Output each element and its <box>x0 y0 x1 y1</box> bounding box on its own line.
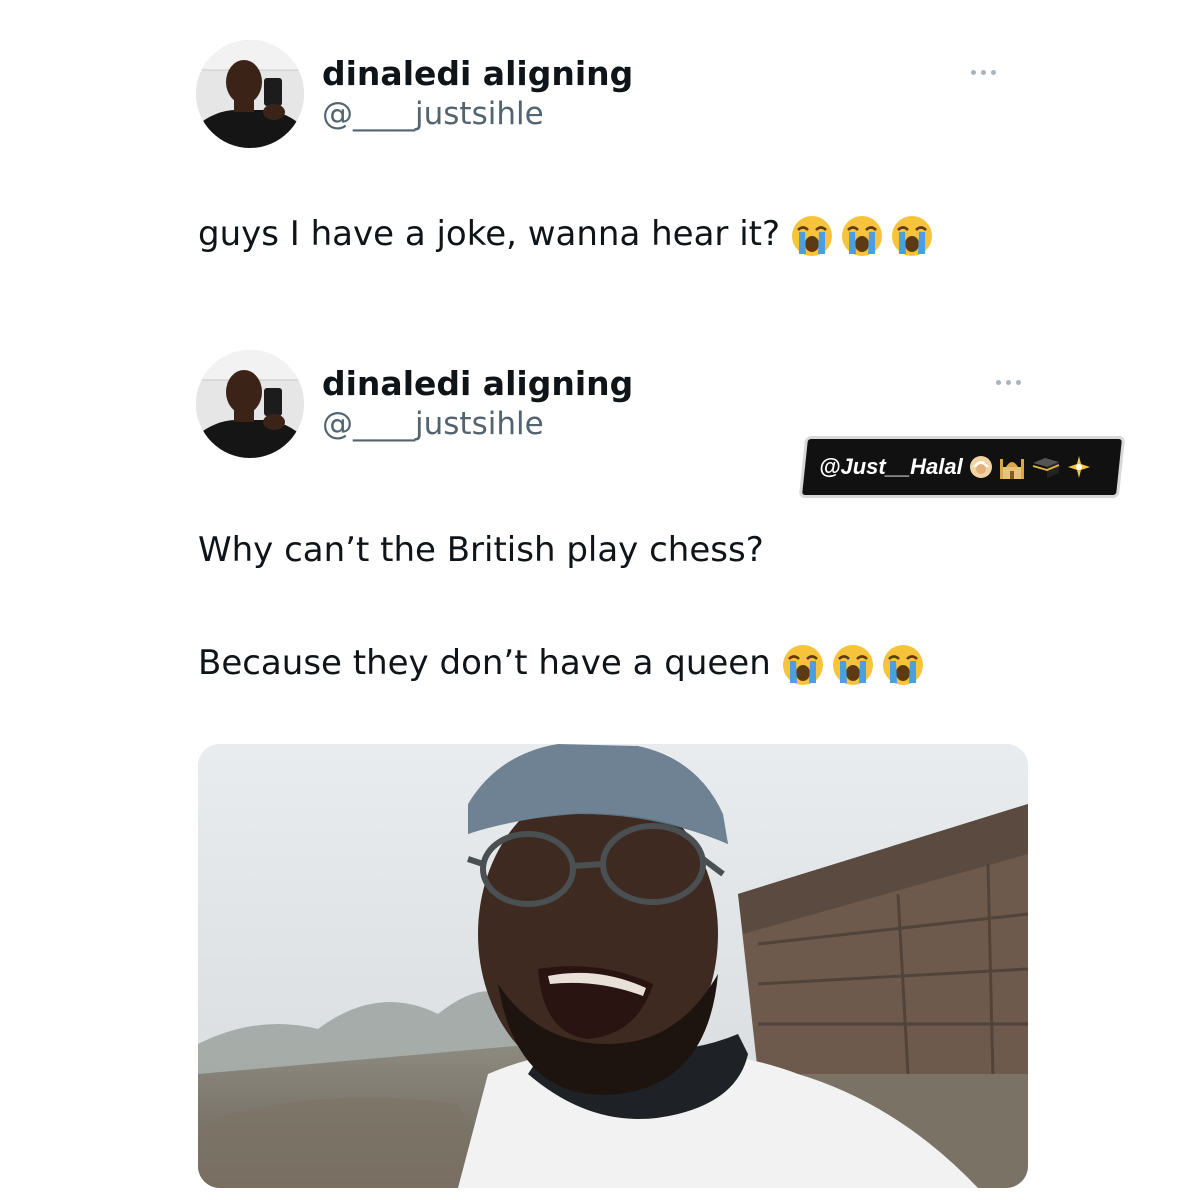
more-dot-icon <box>1015 379 1021 385</box>
more-options-button[interactable] <box>988 372 1028 392</box>
more-options-button[interactable] <box>963 62 1003 82</box>
more-dot-icon <box>1005 379 1011 385</box>
watermark-badge: @Just__Halal <box>798 436 1126 498</box>
kaaba-icon <box>1032 458 1060 478</box>
avatar[interactable] <box>196 40 304 148</box>
more-dot-icon <box>970 69 976 75</box>
loudly-crying-face-icon <box>832 644 873 685</box>
tweet-2-text-line-1: Why can’t the British play chess? <box>198 528 764 572</box>
tweet-2-body-line-2: Because they don’t have a queen <box>198 643 771 683</box>
more-dot-icon <box>980 69 986 75</box>
avatar-photo <box>196 40 304 148</box>
emoji-group <box>790 214 934 258</box>
more-dot-icon <box>995 379 1001 385</box>
sparkle-icon <box>1067 456 1090 478</box>
loudly-crying-face-icon <box>892 215 933 256</box>
person-icon <box>969 456 992 478</box>
avatar[interactable] <box>196 350 304 458</box>
loudly-crying-face-icon <box>882 644 923 685</box>
display-name[interactable]: dinaledi aligning <box>322 364 633 404</box>
loudly-crying-face-icon <box>842 215 883 256</box>
tweet-2-body-line-1: Why can’t the British play chess? <box>198 530 764 570</box>
tweet-2-header: dinaledi aligning @____justsihle <box>196 350 633 458</box>
emoji-group <box>781 643 925 687</box>
man-laughing-photo <box>198 744 1028 1188</box>
tweet-1-header: dinaledi aligning @____justsihle <box>196 40 633 148</box>
tweet-media-photo[interactable] <box>198 744 1028 1188</box>
display-name[interactable]: dinaledi aligning <box>322 54 633 94</box>
loudly-crying-face-icon <box>782 644 823 685</box>
tweet-1-text: guys I have a joke, wanna hear it? <box>198 212 934 258</box>
tweet-1-body: guys I have a joke, wanna hear it? <box>198 214 781 254</box>
tweet-2-text-line-2: Because they don’t have a queen <box>198 641 925 687</box>
more-dot-icon <box>990 69 996 75</box>
watermark-text: @Just__Halal <box>819 454 963 479</box>
loudly-crying-face-icon <box>792 215 833 256</box>
avatar-photo <box>196 350 304 458</box>
user-handle[interactable]: @____justsihle <box>322 404 633 444</box>
mosque-icon <box>999 459 1024 479</box>
user-handle[interactable]: @____justsihle <box>322 94 633 134</box>
